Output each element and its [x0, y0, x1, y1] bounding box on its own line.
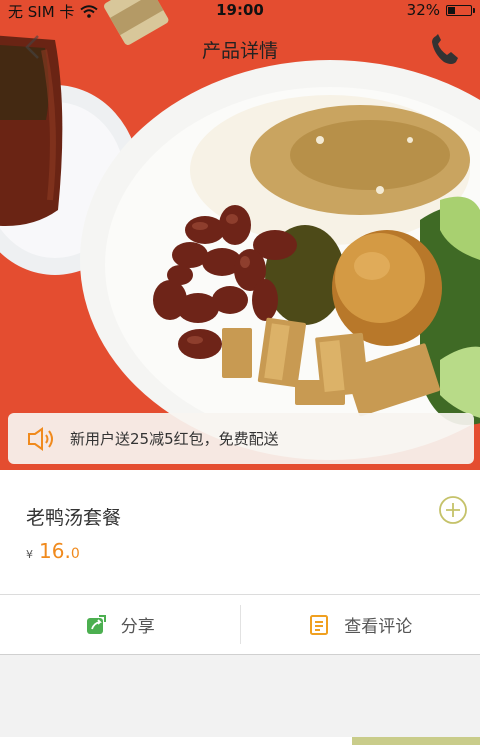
- battery-icon: [446, 4, 475, 16]
- price: ¥ 16. 0: [26, 539, 80, 563]
- nav-bar: 产品详情: [0, 20, 480, 80]
- phone-icon: [432, 34, 458, 64]
- cart-strip[interactable]: [352, 737, 480, 745]
- speaker-icon: [28, 426, 53, 451]
- add-to-cart-button[interactable]: [438, 495, 468, 525]
- view-reviews-button[interactable]: 查看评论: [241, 595, 480, 654]
- status-right: 32%: [406, 1, 475, 19]
- battery-percent: 32%: [406, 1, 440, 19]
- bottom-bar: [0, 737, 480, 745]
- promo-banner[interactable]: 新用户送25减5红包，免费配送: [8, 413, 474, 464]
- product-detail-screen: 无 SIM 卡 19:00 32% 产品详情 新用户送25减5红包，免费配送 老…: [0, 0, 480, 745]
- product-info: 老鸭汤套餐 ¥ 16. 0: [0, 470, 480, 594]
- reviews-icon: [310, 614, 329, 635]
- battery-fill: [448, 6, 455, 14]
- action-bar: 分享 查看评论: [0, 594, 480, 655]
- price-currency: ¥: [26, 548, 33, 561]
- share-icon: [86, 614, 106, 634]
- share-button[interactable]: 分享: [0, 595, 240, 654]
- call-button[interactable]: [424, 30, 464, 70]
- share-label: 分享: [120, 617, 155, 637]
- page-title: 产品详情: [201, 40, 278, 62]
- status-bar: 无 SIM 卡 19:00 32%: [0, 0, 480, 21]
- plus-circle-icon: [439, 496, 467, 524]
- reviews-label: 查看评论: [344, 617, 413, 637]
- price-integer: 16.: [39, 539, 71, 563]
- promo-text: 新用户送25减5红包，免费配送: [70, 430, 279, 448]
- price-decimal: 0: [70, 546, 80, 562]
- product-name: 老鸭汤套餐: [26, 507, 122, 529]
